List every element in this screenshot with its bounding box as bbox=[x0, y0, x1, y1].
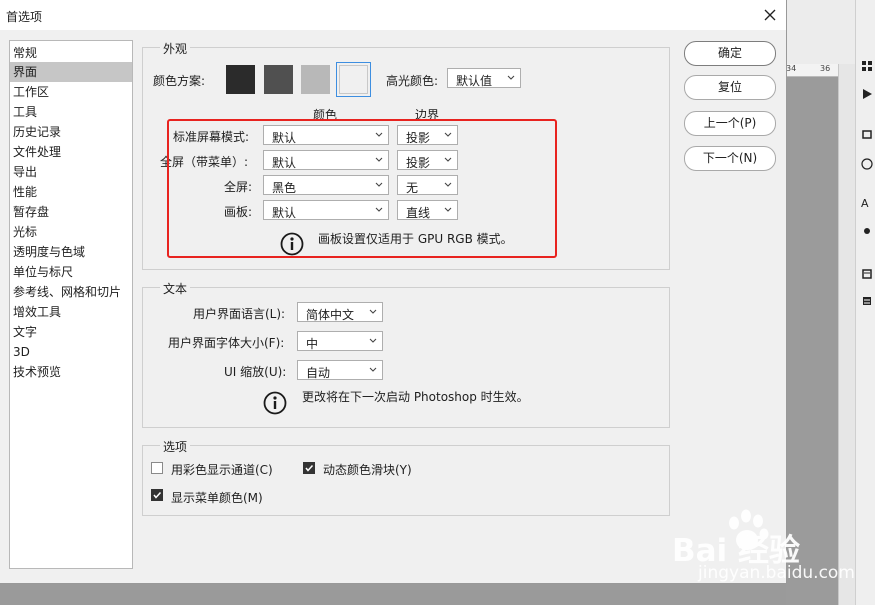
ui-language-label: 用户界面语言(L): bbox=[193, 307, 286, 321]
cube-icon[interactable] bbox=[861, 128, 873, 140]
previous-button[interactable]: 上一个(P) bbox=[684, 111, 776, 136]
sidebar-item-history[interactable]: 历史记录 bbox=[10, 122, 132, 142]
color-scheme-swatch-darkest[interactable] bbox=[226, 65, 255, 94]
sidebar-item-workspace[interactable]: 工作区 bbox=[10, 82, 132, 102]
highlight-color-value: 默认值 bbox=[456, 74, 493, 88]
ui-scaling-label: UI 缩放(U): bbox=[224, 365, 287, 379]
info-icon bbox=[263, 391, 287, 415]
ruler-tick-label: 36 bbox=[820, 64, 831, 73]
sidebar-item-guides-grid[interactable]: 参考线、网格和切片 bbox=[10, 282, 132, 302]
dynamic-color-sliders-checkbox[interactable] bbox=[303, 462, 315, 474]
dynamic-color-sliders-label: 动态颜色滑块(Y) bbox=[323, 463, 412, 477]
sidebar-item-3d[interactable]: 3D bbox=[10, 342, 132, 362]
chevron-down-icon bbox=[369, 367, 377, 372]
sidebar-item-tools[interactable]: 工具 bbox=[10, 102, 132, 122]
watermark-url: jingyan.baidu.com bbox=[698, 563, 855, 583]
ps-horizontal-ruler: 34 36 bbox=[786, 64, 838, 77]
character-icon[interactable]: A bbox=[861, 198, 873, 210]
title-bar: 首选项 bbox=[0, 0, 786, 30]
sidebar-item-performance[interactable]: 性能 bbox=[10, 182, 132, 202]
text-group-label: 文本 bbox=[160, 280, 191, 297]
category-list: 常规 界面 工作区 工具 历史记录 文件处理 导出 性能 暂存盘 光标 透明度与… bbox=[9, 40, 133, 569]
layers-icon[interactable] bbox=[861, 268, 873, 280]
preferences-dialog: 首选项 常规 界面 工作区 工具 历史记录 文件处理 导出 性能 暂存盘 光标 … bbox=[0, 0, 787, 584]
window-title: 首选项 bbox=[6, 10, 43, 24]
highlight-annotation-box bbox=[167, 119, 557, 258]
options-group-label: 选项 bbox=[160, 438, 191, 455]
show-menu-colors-checkbox[interactable] bbox=[151, 489, 163, 501]
next-button[interactable]: 下一个(N) bbox=[684, 146, 776, 171]
sidebar-item-interface[interactable]: 界面 bbox=[10, 62, 132, 82]
sidebar-item-file-handling[interactable]: 文件处理 bbox=[10, 142, 132, 162]
show-channels-color-checkbox[interactable] bbox=[151, 462, 163, 474]
highlight-color-label: 高光颜色: bbox=[386, 74, 439, 88]
highlight-color-select[interactable]: 默认值 bbox=[447, 68, 521, 88]
show-channels-color-label: 用彩色显示通道(C) bbox=[171, 463, 273, 477]
select-value: 自动 bbox=[306, 366, 331, 380]
close-button[interactable] bbox=[756, 2, 784, 28]
ui-language-select[interactable]: 简体中文 bbox=[297, 302, 383, 322]
sidebar-item-type[interactable]: 文字 bbox=[10, 322, 132, 342]
sidebar-item-general[interactable]: 常规 bbox=[10, 43, 132, 63]
chevron-down-icon bbox=[369, 309, 377, 314]
sidebar-item-plugins[interactable]: 增效工具 bbox=[10, 302, 132, 322]
chevron-down-icon bbox=[507, 75, 515, 80]
chevron-down-icon bbox=[369, 338, 377, 343]
select-value: 简体中文 bbox=[306, 308, 355, 322]
play-icon[interactable] bbox=[861, 88, 873, 100]
sidebar-item-units-rulers[interactable]: 单位与标尺 bbox=[10, 262, 132, 282]
color-scheme-swatch-medium[interactable] bbox=[301, 65, 330, 94]
color-scheme-swatch-light[interactable] bbox=[339, 65, 368, 94]
check-icon bbox=[305, 464, 314, 472]
check-icon bbox=[153, 491, 162, 499]
sidebar-item-transparency[interactable]: 透明度与色域 bbox=[10, 242, 132, 262]
sidebar-item-scratch-disks[interactable]: 暂存盘 bbox=[10, 202, 132, 222]
show-menu-colors-label: 显示菜单颜色(M) bbox=[171, 491, 263, 505]
sidebar-item-tech-preview[interactable]: 技术预览 bbox=[10, 362, 132, 382]
ok-button[interactable]: 确定 bbox=[684, 41, 776, 66]
ps-vertical-strip bbox=[838, 64, 855, 605]
dot-icon[interactable] bbox=[861, 225, 873, 237]
channels-icon[interactable] bbox=[861, 295, 873, 307]
ruler-tick-label: 34 bbox=[786, 64, 797, 73]
sidebar-item-cursors[interactable]: 光标 bbox=[10, 222, 132, 242]
ps-right-panel: A bbox=[855, 0, 875, 605]
sidebar-item-export[interactable]: 导出 bbox=[10, 162, 132, 182]
appearance-group-label: 外观 bbox=[160, 40, 191, 57]
color-scheme-swatch-dark[interactable] bbox=[264, 65, 293, 94]
info-icon[interactable] bbox=[861, 158, 873, 170]
reset-button[interactable]: 复位 bbox=[684, 75, 776, 100]
restart-note: 更改将在下一次启动 Photoshop 时生效。 bbox=[302, 390, 529, 404]
ui-font-size-select[interactable]: 中 bbox=[297, 331, 383, 351]
ui-font-size-label: 用户界面字体大小(F): bbox=[168, 336, 285, 350]
select-value: 中 bbox=[306, 337, 319, 351]
close-icon bbox=[764, 9, 776, 21]
color-scheme-label: 颜色方案: bbox=[153, 74, 206, 88]
ui-scaling-select[interactable]: 自动 bbox=[297, 360, 383, 380]
grid-icon[interactable] bbox=[861, 60, 873, 72]
